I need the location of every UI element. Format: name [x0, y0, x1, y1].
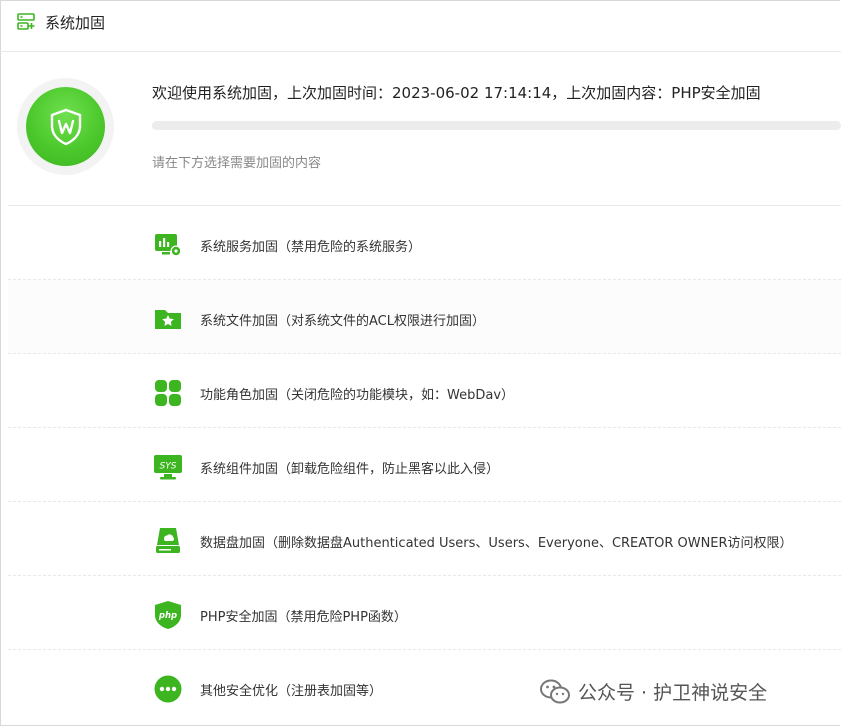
list-item-label: 系统文件加固（对系统文件的ACL权限进行加固）: [200, 314, 485, 329]
list-item-label: PHP安全加固（禁用危险PHP函数）: [200, 610, 407, 625]
watermark: 公众号 · 护卫神说安全: [540, 678, 767, 705]
wechat-icon: [540, 679, 570, 703]
list-item-label: 数据盘加固（删除数据盘Authenticated Users、Users、Eve…: [200, 536, 793, 551]
list-item-label: 系统服务加固（禁用危险的系统服务）: [200, 240, 422, 255]
monitor-gear-icon: [155, 234, 182, 257]
progress-bar: [152, 121, 841, 130]
four-squares-icon: [155, 380, 181, 406]
shield-w-icon: [50, 108, 81, 145]
more-dots-icon: [154, 675, 182, 703]
header: 系统加固: [0, 0, 841, 52]
svg-text:php: php: [158, 611, 177, 621]
list-item-service[interactable]: 系统服务加固（禁用危险的系统服务）: [8, 206, 841, 280]
hint-text: 请在下方选择需要加固的内容: [152, 156, 322, 171]
php-shield-icon: php: [155, 601, 181, 629]
list-item-component[interactable]: SYS 系统组件加固（卸载危险组件，防止黑客以此入侵）: [8, 428, 841, 502]
list-item-role[interactable]: 功能角色加固（关闭危险的功能模块，如：WebDav）: [8, 354, 841, 428]
watermark-text: 公众号 · 护卫神说安全: [578, 682, 768, 704]
server-plus-icon: [17, 13, 35, 30]
list-item-file[interactable]: 系统文件加固（对系统文件的ACL权限进行加固）: [8, 280, 841, 354]
status-badge: [17, 78, 114, 175]
list-item-label: 系统组件加固（卸载危险组件，防止黑客以此入侵）: [200, 462, 500, 477]
welcome-text: 欢迎使用系统加固，上次加固时间：2023-06-02 17:14:14，上次加固…: [152, 84, 761, 102]
hardening-list: 系统服务加固（禁用危险的系统服务） 系统文件加固（对系统文件的ACL权限进行加固…: [8, 205, 841, 724]
sys-monitor-icon: SYS: [154, 455, 182, 480]
svg-text:SYS: SYS: [160, 462, 177, 472]
list-item-label: 功能角色加固（关闭危险的功能模块，如：WebDav）: [200, 388, 515, 403]
list-item-php[interactable]: php PHP安全加固（禁用危险PHP函数）: [8, 576, 841, 650]
folder-star-icon: [155, 310, 181, 329]
list-item-label: 其他安全优化（注册表加固等）: [200, 684, 383, 699]
page-title: 系统加固: [45, 14, 106, 32]
disk-icon: [156, 528, 180, 553]
list-item-disk[interactable]: 数据盘加固（删除数据盘Authenticated Users、Users、Eve…: [8, 502, 841, 576]
